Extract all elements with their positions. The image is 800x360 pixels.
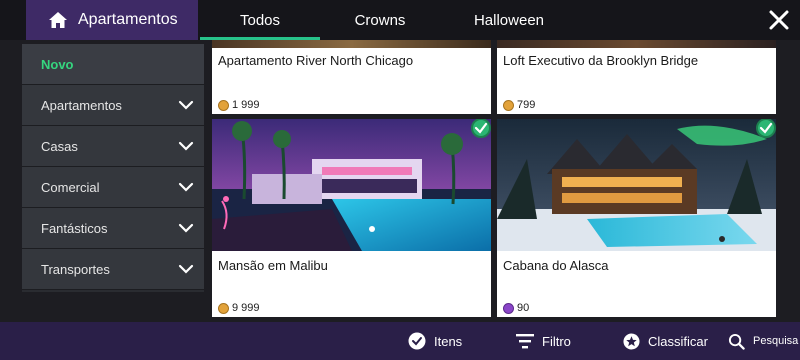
sidebar-item-label: Apartamentos — [41, 97, 122, 113]
filter-label: Filtro — [542, 333, 571, 349]
tab-halloween[interactable]: Halloween — [440, 0, 578, 40]
tab-crowns[interactable]: Crowns — [320, 0, 440, 40]
search-icon — [728, 333, 745, 350]
home-icon — [49, 12, 67, 28]
chevron-down-icon — [178, 141, 194, 151]
coin-icon — [503, 99, 514, 111]
sidebar-item-label: Novo — [41, 56, 74, 72]
sidebar-item-label: Casas — [41, 138, 78, 154]
item-name: Mansão em Malibu — [218, 258, 328, 273]
check-circle-icon — [408, 332, 426, 350]
sidebar-item-label: Transportes — [41, 261, 110, 277]
close-icon[interactable] — [768, 9, 790, 31]
item-price: 799 — [503, 99, 535, 111]
item-thumbnail — [212, 119, 491, 251]
chevron-down-icon — [178, 100, 194, 110]
items-label: Itens — [434, 333, 463, 349]
sort-button[interactable]: Classificar — [623, 322, 708, 360]
bottom-toolbar: Itens Filtro Classificar Pesquisa — [0, 322, 800, 360]
item-name: Loft Executivo da Brooklyn Bridge — [503, 53, 699, 68]
chevron-down-icon — [178, 223, 194, 233]
sidebar-item-transportes[interactable]: Transportes — [22, 249, 204, 290]
home-button[interactable]: Apartamentos — [26, 0, 198, 40]
app-window: Apartamentos Todos Crowns Halloween Novo… — [0, 0, 800, 360]
top-bar: Apartamentos Todos Crowns Halloween — [0, 0, 800, 40]
sidebar-item-apartamentos[interactable]: Apartamentos — [22, 85, 204, 126]
item-name: Cabana do Alasca — [503, 258, 609, 273]
sidebar-item-fantasticos[interactable]: Fantásticos — [22, 208, 204, 249]
sidebar-item-casas[interactable]: Casas — [22, 126, 204, 167]
item-card[interactable]: Apartamento River North Chicago 1 999 — [212, 40, 491, 114]
page-title: Apartamentos — [78, 11, 178, 28]
item-card[interactable]: Loft Executivo da Brooklyn Bridge 799 — [497, 40, 776, 114]
filter-button[interactable]: Filtro — [516, 322, 571, 360]
chevron-down-icon — [178, 182, 194, 192]
coin-icon — [218, 99, 229, 111]
category-tabs: Todos Crowns Halloween — [200, 0, 578, 40]
coin-icon — [218, 302, 229, 314]
sort-label: Classificar — [648, 333, 708, 349]
item-card[interactable]: Mansão em Malibu 9 999 — [212, 119, 491, 317]
item-price: 9 999 — [218, 302, 260, 314]
category-sidebar: Novo Apartamentos Casas Comercial Fantás… — [22, 44, 204, 292]
crown-icon — [503, 302, 514, 314]
owned-check-icon — [756, 119, 776, 138]
item-thumbnail — [212, 40, 491, 48]
item-price: 1 999 — [218, 99, 260, 111]
item-thumbnail — [497, 119, 776, 251]
filter-icon — [516, 334, 534, 349]
search-label: Pesquisa — [753, 335, 799, 347]
items-button[interactable]: Itens — [408, 322, 462, 360]
star-circle-icon — [623, 332, 640, 350]
chevron-down-icon — [178, 264, 194, 274]
tab-todos[interactable]: Todos — [200, 0, 320, 40]
item-thumbnail — [497, 40, 776, 48]
sidebar-item-novo[interactable]: Novo — [22, 44, 204, 85]
item-card[interactable]: Cabana do Alasca 90 — [497, 119, 776, 317]
owned-check-icon — [471, 119, 491, 138]
sidebar-item-label: Fantásticos — [41, 220, 108, 236]
search-button[interactable]: Pesquisa — [728, 322, 798, 360]
sidebar-item-comercial[interactable]: Comercial — [22, 167, 204, 208]
sidebar-item-label: Comercial — [41, 179, 100, 195]
item-name: Apartamento River North Chicago — [218, 53, 414, 68]
item-price: 90 — [503, 302, 529, 314]
